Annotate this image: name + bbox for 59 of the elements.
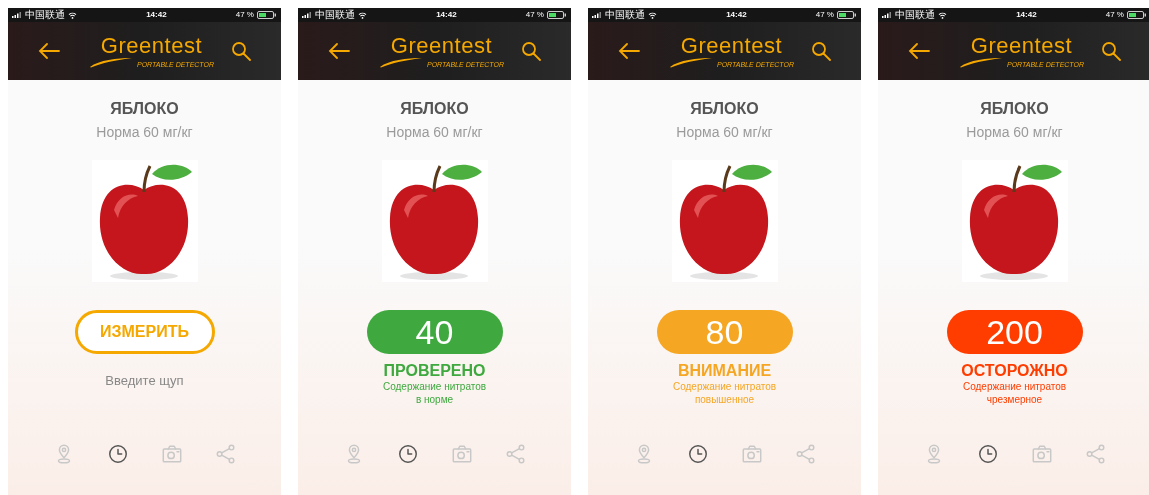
logo-text: Greentest [680,34,783,58]
wifi-icon [68,11,77,19]
logo-text: Greentest [100,34,203,58]
product-name: ЯБЛОКО [400,99,469,119]
carrier-text: 中国联通 [315,10,355,20]
back-arrow-icon[interactable] [38,43,60,59]
clock-icon[interactable] [106,443,129,465]
reading-badge: 80 [656,310,793,354]
norm-text: Норма 60 мг/кг [966,123,1063,141]
logo-text: Greentest [390,34,493,58]
wifi-icon [648,11,657,19]
product-name: ЯБЛОКО [110,99,179,119]
signal-icon [12,12,22,18]
battery-icon [257,11,277,19]
battery-text: 47 % [815,9,834,21]
search-icon[interactable] [811,41,831,61]
status-title: ОСТОРОЖНО [961,362,1068,380]
search-icon[interactable] [521,41,541,61]
norm-text: Норма 60 мг/кг [386,123,483,141]
clock-icon[interactable] [396,443,419,465]
reading-badge: 40 [366,310,503,354]
product-name: ЯБЛОКО [690,99,759,119]
time-text: 14:42 [726,9,747,21]
signal-icon [592,12,602,18]
carrier-text: 中国联通 [605,10,645,20]
measure-button[interactable]: ИЗМЕРИТЬ [74,310,215,354]
status-message: Содержание нитратов чрезмерное [962,380,1067,406]
status-title: ПРОВЕРЕНО [383,362,486,380]
back-arrow-icon[interactable] [328,43,350,59]
signal-icon [882,12,892,18]
battery-icon [1127,11,1147,19]
hint-text: Введите щуп [105,372,184,390]
status-message: Содержание нитратов в норме [382,380,487,406]
carrier-text: 中国联通 [895,10,935,20]
norm-text: Норма 60 мг/кг [96,123,193,141]
battery-icon [547,11,567,19]
reading-badge: 200 [946,310,1083,354]
back-arrow-icon[interactable] [618,43,640,59]
search-icon[interactable] [1101,41,1121,61]
battery-text: 47 % [1105,9,1124,21]
status-message: Содержание нитратов повышенное [672,380,777,406]
wifi-icon [938,11,947,19]
clock-icon[interactable] [686,443,709,465]
battery-text: 47 % [235,9,254,21]
signal-icon [302,12,312,18]
norm-text: Норма 60 мг/кг [676,123,773,141]
time-text: 14:42 [1016,9,1037,21]
logo-text: Greentest [970,34,1073,58]
product-name: ЯБЛОКО [980,99,1049,119]
battery-icon [837,11,857,19]
clock-icon[interactable] [976,443,999,465]
battery-text: 47 % [525,9,544,21]
time-text: 14:42 [146,9,167,21]
time-text: 14:42 [436,9,457,21]
status-title: ВНИМАНИЕ [677,362,772,380]
carrier-text: 中国联通 [25,10,65,20]
wifi-icon [358,11,367,19]
back-arrow-icon[interactable] [908,43,930,59]
search-icon[interactable] [231,41,251,61]
